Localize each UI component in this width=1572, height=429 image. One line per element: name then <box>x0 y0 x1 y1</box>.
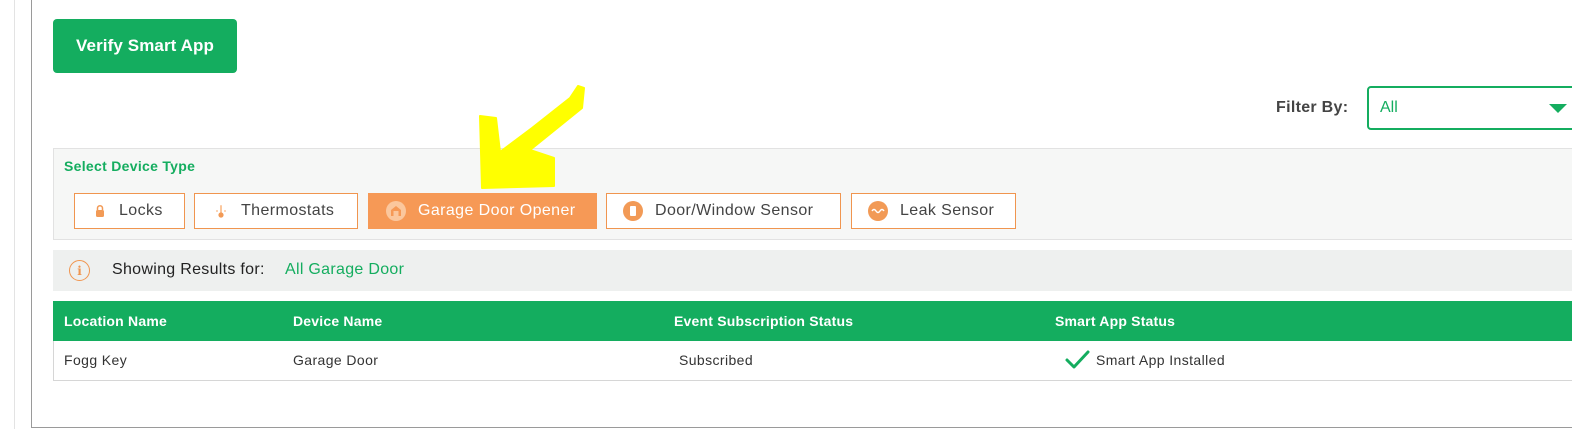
column-header-location: Location Name <box>64 313 167 329</box>
device-btn-label: Garage Door Opener <box>418 202 576 219</box>
door-sensor-icon <box>623 201 643 221</box>
cell-event-subscription: Subscribed <box>679 352 754 368</box>
column-header-smart-app-status: Smart App Status <box>1055 313 1176 329</box>
highlight-arrow-annotation <box>479 85 585 189</box>
filter-select[interactable]: All <box>1367 86 1572 130</box>
results-bar <box>53 250 1572 291</box>
device-type-title: Select Device Type <box>64 158 196 174</box>
results-value: All Garage Door <box>285 261 405 278</box>
device-btn-thermostats[interactable]: Thermostats <box>194 193 358 229</box>
checkmark-icon <box>1065 350 1090 369</box>
device-btn-locks[interactable]: Locks <box>74 193 185 229</box>
filter-label: Filter By: <box>1276 99 1349 116</box>
device-btn-label: Thermostats <box>241 202 335 219</box>
verify-smart-app-button[interactable]: Verify Smart App <box>53 19 237 73</box>
cell-device: Garage Door <box>293 352 379 368</box>
column-header-device: Device Name <box>293 313 383 329</box>
lock-icon <box>93 204 107 218</box>
thermostat-icon <box>213 203 229 219</box>
results-label: Showing Results for: <box>112 261 265 278</box>
info-icon: i <box>69 260 90 281</box>
table-row <box>53 341 1572 381</box>
device-btn-label: Door/Window Sensor <box>655 202 814 219</box>
column-header-event-subscription: Event Subscription Status <box>674 313 854 329</box>
cell-location: Fogg Key <box>64 352 128 368</box>
filter-selected-value: All <box>1380 99 1398 116</box>
page-left-divider <box>14 0 15 429</box>
leak-sensor-icon <box>868 201 888 221</box>
cell-smart-app-status: Smart App Installed <box>1096 352 1225 368</box>
garage-icon <box>386 201 406 221</box>
device-btn-label: Locks <box>119 202 163 219</box>
caret-down-icon[interactable] <box>1549 104 1567 113</box>
device-btn-leak-sensor[interactable]: Leak Sensor <box>851 193 1016 229</box>
device-btn-garage-door-opener[interactable]: Garage Door Opener <box>368 193 597 229</box>
device-btn-label: Leak Sensor <box>900 202 995 219</box>
device-btn-door-window-sensor[interactable]: Door/Window Sensor <box>606 193 841 229</box>
